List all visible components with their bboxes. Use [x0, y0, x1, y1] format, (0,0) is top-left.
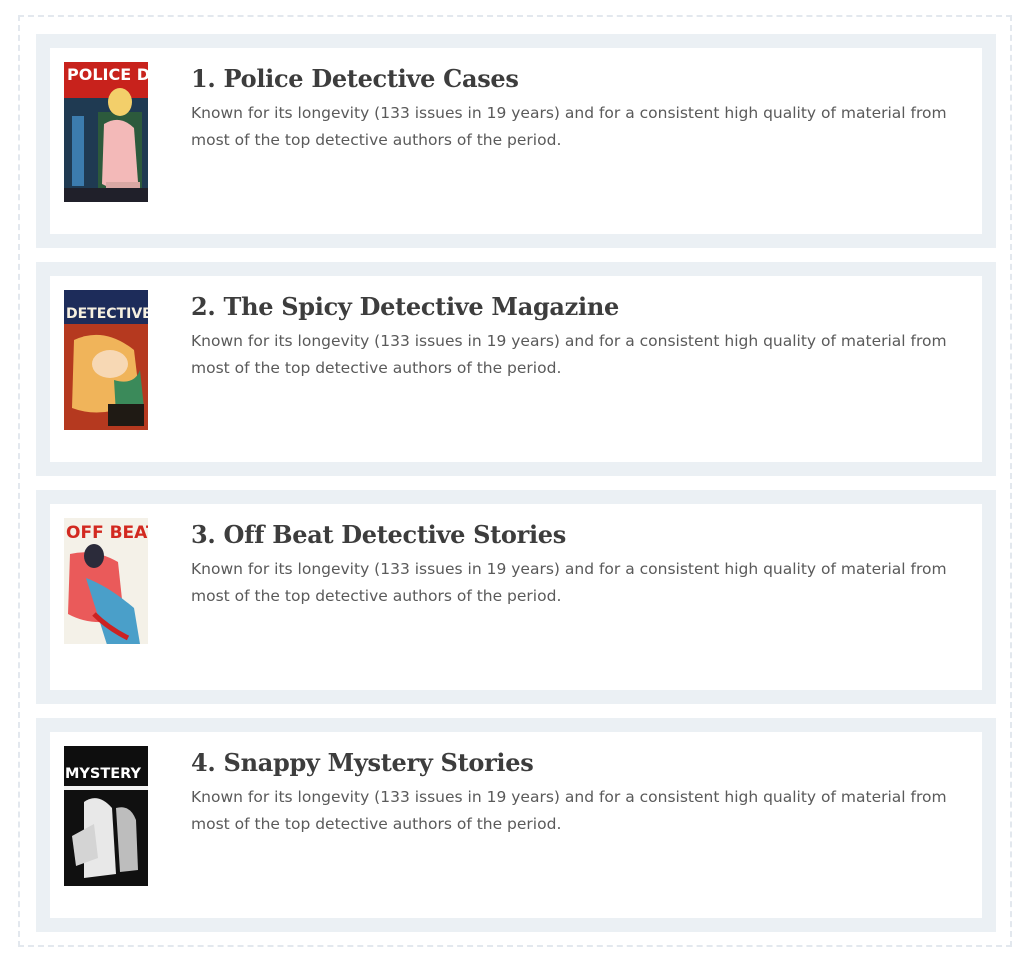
list-item-4[interactable]: MYSTERY 4. Snappy Mystery Stories Known … — [36, 718, 996, 932]
list-item-3[interactable]: OFF BEAT 3. Off Beat Detective Stories K… — [36, 490, 996, 704]
item-description: Known for its longevity (133 issues in 1… — [191, 560, 947, 605]
svg-text:POLICE Detective: POLICE Detective — [67, 65, 148, 84]
item-title[interactable]: 1. Police Detective Cases — [191, 64, 519, 93]
spicy-detective-cover-icon: DETECTIVE — [64, 290, 148, 430]
off-beat-cover-icon: OFF BEAT — [64, 518, 148, 658]
card-content: DETECTIVE 2. The Spicy Detective Magazin… — [50, 276, 982, 462]
item-description: Known for its longevity (133 issues in 1… — [191, 104, 947, 149]
item-description: Known for its longevity (133 issues in 1… — [191, 788, 947, 833]
card-content: POLICE Detective 1. Police Detective Cas… — [50, 48, 982, 234]
card-content: OFF BEAT 3. Off Beat Detective Stories K… — [50, 504, 982, 690]
item-description: Known for its longevity (133 issues in 1… — [191, 332, 947, 377]
item-title[interactable]: 4. Snappy Mystery Stories — [191, 748, 534, 777]
item-title[interactable]: 3. Off Beat Detective Stories — [191, 520, 566, 549]
snappy-mystery-cover-icon: MYSTERY — [64, 746, 148, 886]
svg-text:OFF BEAT: OFF BEAT — [66, 523, 148, 543]
list-item-2[interactable]: DETECTIVE 2. The Spicy Detective Magazin… — [36, 262, 996, 476]
svg-text:DETECTIVE: DETECTIVE — [66, 306, 148, 322]
card-content: MYSTERY 4. Snappy Mystery Stories Known … — [50, 732, 982, 918]
item-title[interactable]: 2. The Spicy Detective Magazine — [191, 292, 619, 321]
svg-text:MYSTERY: MYSTERY — [65, 766, 142, 782]
list-item-1[interactable]: POLICE Detective 1. Police Detective Cas… — [36, 34, 996, 248]
police-detective-cover-icon: POLICE Detective — [64, 62, 148, 202]
